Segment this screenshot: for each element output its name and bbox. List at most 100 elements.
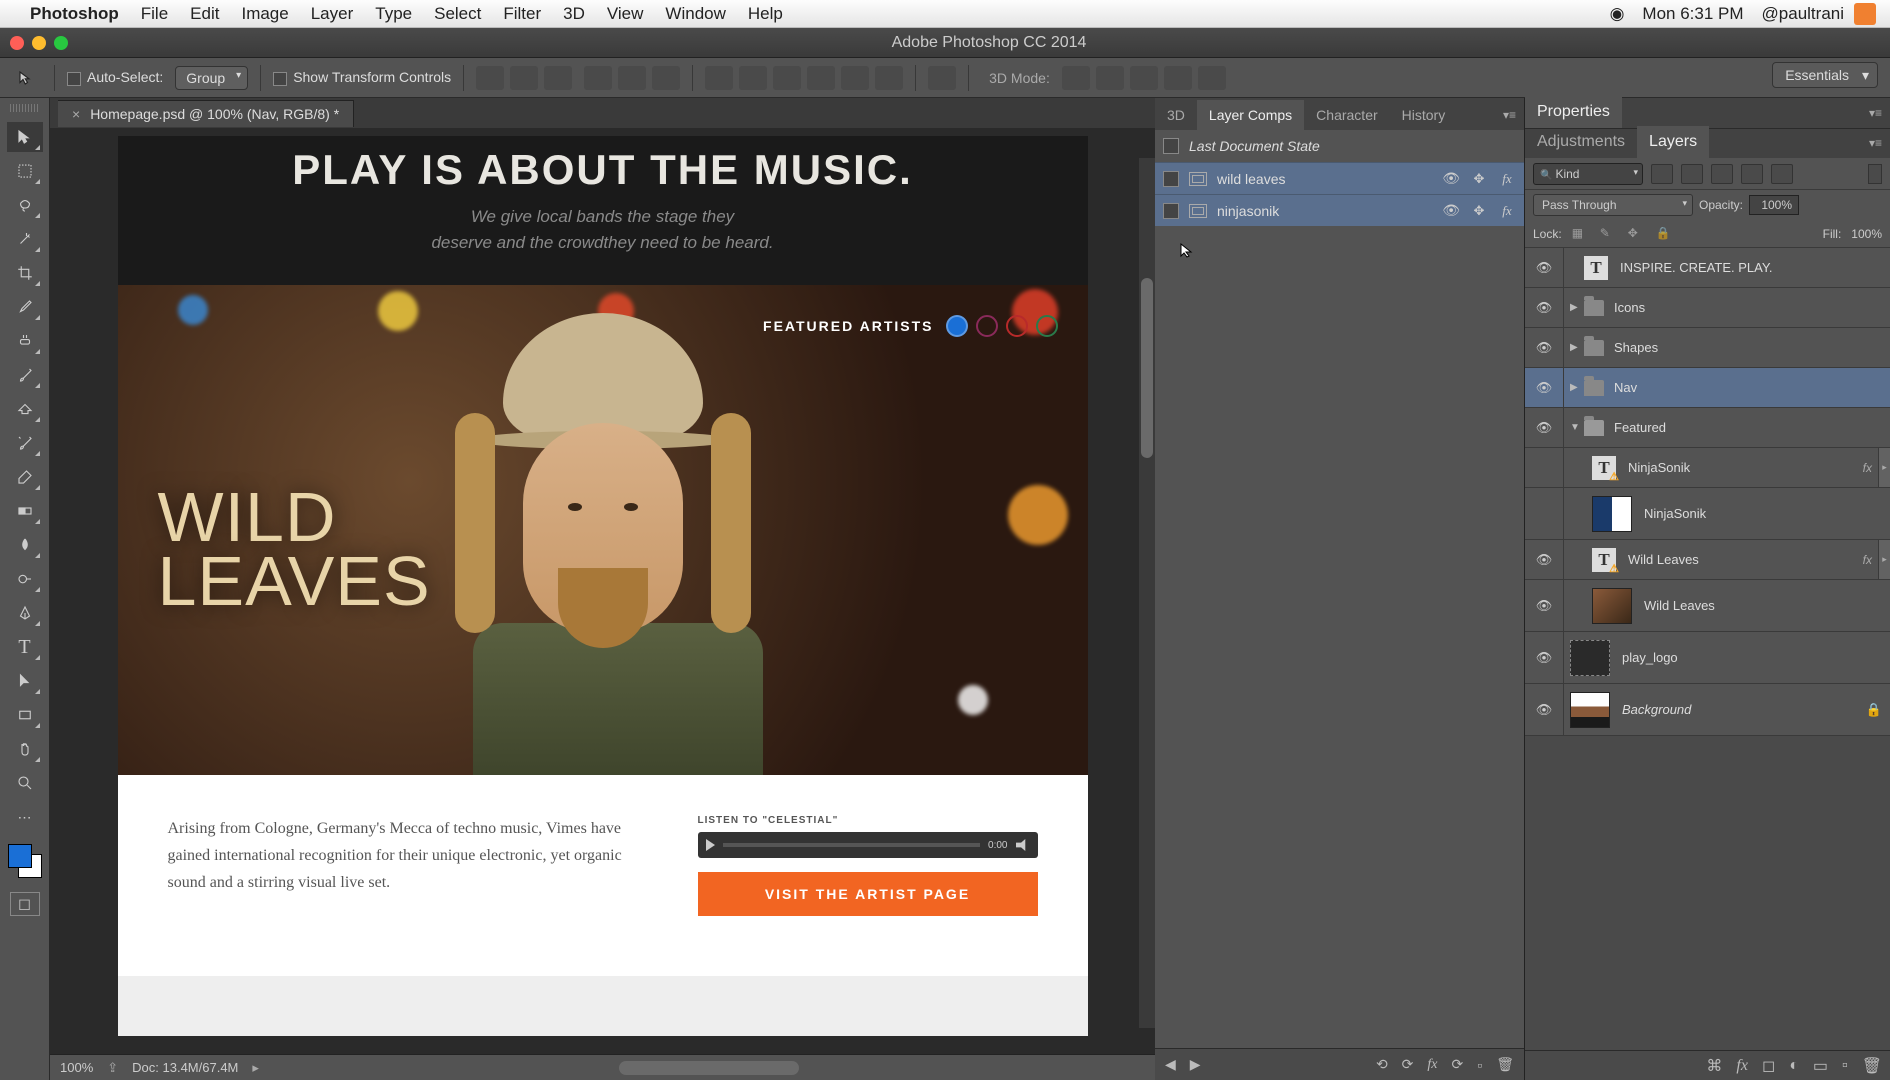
lasso-tool[interactable]: [7, 190, 43, 220]
layer-row[interactable]: TNinjaSonikfx▸: [1525, 448, 1890, 488]
layer-row[interactable]: 👁TWild Leavesfx▸: [1525, 540, 1890, 580]
audio-player[interactable]: 0:00: [698, 832, 1038, 858]
adjustment-layer-button[interactable]: ◐: [1789, 1057, 1799, 1075]
artist-dot-3[interactable]: [1006, 315, 1028, 337]
layer-row[interactable]: 👁▶Icons: [1525, 288, 1890, 328]
3d-slide-button[interactable]: [1164, 66, 1192, 90]
layer-visibility-toggle[interactable]: 👁: [1525, 552, 1563, 568]
3d-pan-button[interactable]: [1130, 66, 1158, 90]
lock-pixels-icon[interactable]: ✎: [1600, 226, 1618, 242]
menu-help[interactable]: Help: [748, 4, 783, 24]
layer-row[interactable]: 👁Background🔒: [1525, 684, 1890, 736]
layer-name[interactable]: NinjaSonik: [1626, 460, 1863, 475]
layer-row[interactable]: 👁▶Shapes: [1525, 328, 1890, 368]
distribute-hcenter-button[interactable]: [841, 66, 869, 90]
tab-layers[interactable]: Layers: [1637, 126, 1709, 158]
align-bottom-button[interactable]: [544, 66, 572, 90]
auto-select-mode-dropdown[interactable]: Group: [175, 66, 248, 90]
volume-icon[interactable]: [1016, 839, 1030, 851]
new-layer-button[interactable]: ▫: [1842, 1057, 1848, 1075]
layer-mask-button[interactable]: ◻: [1762, 1056, 1775, 1076]
layer-comp-row[interactable]: wild leaves 👁 ✥ fx: [1155, 162, 1524, 194]
lock-transparency-icon[interactable]: ▦: [1572, 226, 1590, 242]
new-group-button[interactable]: ▭: [1813, 1056, 1828, 1076]
layer-visibility-toggle[interactable]: 👁: [1525, 420, 1563, 436]
layer-name[interactable]: play_logo: [1620, 650, 1890, 665]
layer-fx-button[interactable]: fx: [1736, 1057, 1748, 1075]
comp-appearance-icon[interactable]: fx: [1498, 202, 1516, 220]
filter-type-icon[interactable]: [1711, 164, 1733, 184]
edit-toolbar-button[interactable]: ⋯: [7, 802, 43, 832]
last-document-state-row[interactable]: Last Document State: [1155, 130, 1524, 162]
layer-name[interactable]: Nav: [1612, 380, 1890, 395]
comp-appearance-icon[interactable]: fx: [1498, 170, 1516, 188]
layer-visibility-toggle[interactable]: 👁: [1525, 340, 1563, 356]
visit-artist-button[interactable]: VISIT THE ARTIST PAGE: [698, 872, 1038, 916]
layer-fx-badge[interactable]: fx: [1863, 553, 1872, 567]
tab-layer-comps[interactable]: Layer Comps: [1197, 100, 1304, 130]
apply-comp-toggle[interactable]: [1163, 171, 1179, 187]
3d-zoom-button[interactable]: [1198, 66, 1226, 90]
comp-visibility-icon[interactable]: 👁: [1442, 170, 1460, 187]
fill-input[interactable]: 100%: [1851, 227, 1882, 241]
type-tool[interactable]: T: [7, 632, 43, 662]
panel-menu-icon[interactable]: ▾≡: [1495, 100, 1524, 130]
magic-wand-tool[interactable]: [7, 224, 43, 254]
lock-all-icon[interactable]: 🔒: [1656, 226, 1674, 242]
layer-thumbnail[interactable]: [1592, 496, 1632, 532]
expand-icon[interactable]: ▶: [1570, 302, 1584, 313]
doc-size[interactable]: Doc: 13.4M/67.4M: [132, 1060, 238, 1075]
apply-comp-toggle[interactable]: [1163, 138, 1179, 154]
current-tool-icon[interactable]: [10, 66, 42, 90]
distribute-top-button[interactable]: [705, 66, 733, 90]
workspace-switcher[interactable]: Essentials: [1772, 62, 1878, 88]
menu-view[interactable]: View: [607, 4, 644, 24]
layer-name[interactable]: Icons: [1612, 300, 1890, 315]
link-layers-button[interactable]: ⌘: [1706, 1056, 1722, 1076]
menu-filter[interactable]: Filter: [503, 4, 541, 24]
layers-panel-menu-icon[interactable]: ▾≡: [1861, 128, 1890, 158]
menu-select[interactable]: Select: [434, 4, 481, 24]
menubar-username[interactable]: @paultrani: [1762, 4, 1844, 24]
tab-close-button[interactable]: ×: [72, 106, 80, 122]
menu-image[interactable]: Image: [241, 4, 288, 24]
prev-comp-button[interactable]: ◀: [1165, 1056, 1176, 1073]
layer-fx-expand-toggle[interactable]: ▸: [1878, 448, 1890, 487]
align-right-button[interactable]: [652, 66, 680, 90]
marquee-tool[interactable]: [7, 156, 43, 186]
window-zoom-button[interactable]: [54, 36, 68, 50]
document-tab[interactable]: × Homepage.psd @ 100% (Nav, RGB/8) *: [58, 100, 354, 127]
healing-brush-tool[interactable]: [7, 326, 43, 356]
eyedropper-tool[interactable]: [7, 292, 43, 322]
filter-adjustment-icon[interactable]: [1681, 164, 1703, 184]
expand-icon[interactable]: ▶: [1570, 382, 1584, 393]
filter-smart-icon[interactable]: [1771, 164, 1793, 184]
menu-edit[interactable]: Edit: [190, 4, 219, 24]
align-top-button[interactable]: [476, 66, 504, 90]
layer-name[interactable]: Wild Leaves: [1642, 598, 1890, 613]
tab-properties[interactable]: Properties: [1525, 96, 1622, 128]
layer-thumbnail[interactable]: [1570, 692, 1610, 728]
comp-visibility-icon[interactable]: 👁: [1442, 202, 1460, 219]
layer-row[interactable]: 👁TINSPIRE. CREATE. PLAY.: [1525, 248, 1890, 288]
share-icon[interactable]: ⇪: [107, 1060, 118, 1076]
filter-kind-dropdown[interactable]: Kind: [1533, 163, 1643, 185]
tab-3d[interactable]: 3D: [1155, 100, 1197, 130]
align-hcenter-button[interactable]: [618, 66, 646, 90]
layer-name[interactable]: NinjaSonik: [1642, 506, 1890, 521]
menu-window[interactable]: Window: [665, 4, 725, 24]
delete-comp-button[interactable]: 🗑: [1496, 1056, 1514, 1073]
hand-tool[interactable]: [7, 734, 43, 764]
layer-visibility-toggle[interactable]: 👁: [1525, 702, 1563, 718]
delete-layer-button[interactable]: 🗑: [1862, 1056, 1882, 1076]
layer-visibility-toggle[interactable]: 👁: [1525, 380, 1563, 396]
distribute-bottom-button[interactable]: [773, 66, 801, 90]
layer-name[interactable]: Background: [1620, 702, 1866, 717]
move-tool[interactable]: [7, 122, 43, 152]
blend-mode-dropdown[interactable]: Pass Through: [1533, 194, 1693, 216]
opacity-input[interactable]: 100%: [1749, 195, 1799, 215]
layers-list[interactable]: 👁TINSPIRE. CREATE. PLAY.👁▶Icons👁▶Shapes👁…: [1525, 248, 1890, 1050]
sync-comp-button[interactable]: ⟳: [1452, 1056, 1464, 1073]
audio-progress[interactable]: [723, 843, 981, 847]
tab-adjustments[interactable]: Adjustments: [1525, 126, 1637, 158]
